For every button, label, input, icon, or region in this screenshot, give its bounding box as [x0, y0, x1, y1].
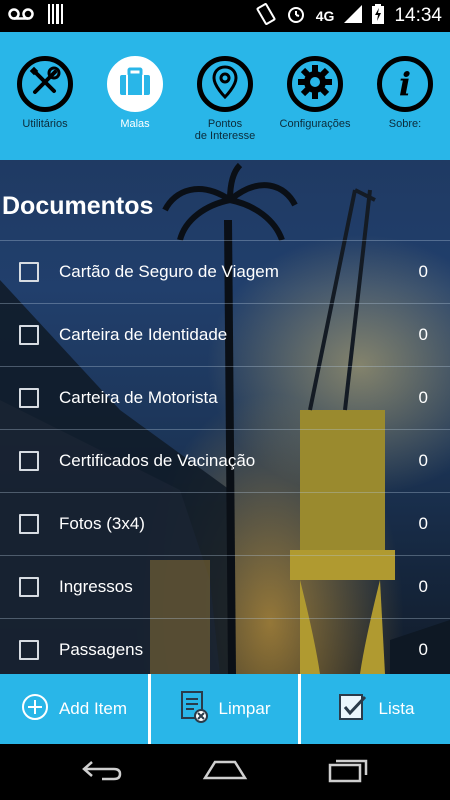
home-button[interactable] [195, 752, 255, 792]
tools-icon [26, 63, 64, 106]
item-label: Carteira de Identidade [59, 325, 228, 344]
list-item[interactable]: Fotos (3x4) 0 [0, 492, 450, 555]
nav-item-malas[interactable]: Malas [90, 32, 180, 160]
battery-icon [372, 3, 385, 29]
clear-list-icon [179, 690, 209, 729]
list-item[interactable]: Certificados de Vacinação 0 [0, 429, 450, 492]
suitcase-icon [118, 67, 152, 102]
item-label: Certificados de Vacinação [59, 451, 256, 470]
nav-label: Malas [120, 118, 150, 130]
item-count: 0 [418, 577, 428, 596]
list-item[interactable]: Passagens 0 [0, 618, 450, 674]
item-label: Cartão de Seguro de Viagem [59, 262, 279, 281]
list-item[interactable]: Ingressos 0 [0, 555, 450, 618]
add-item-label: Add Item [58, 699, 128, 718]
alarm-icon [286, 4, 306, 29]
content-area: Documentos Cartão de Seguro de Viagem 0 … [0, 160, 450, 674]
clear-label: Limpar [218, 699, 271, 718]
item-label: Fotos (3x4) [59, 514, 145, 533]
item-count: 0 [418, 262, 428, 281]
action-bar: Add Item Limpar Lista [0, 674, 450, 744]
list-item[interactable]: Carteira de Identidade 0 [0, 303, 450, 366]
voicemail-icon [8, 7, 34, 26]
add-item-button[interactable]: Add Item [0, 674, 148, 744]
map-pin-icon [210, 64, 240, 105]
nav-item-pontos-de-interesse[interactable]: Pontos de Interesse [180, 32, 270, 160]
rotate-icon [256, 2, 276, 30]
recents-icon [326, 757, 370, 788]
nav-label: Utilitários [22, 118, 68, 130]
item-checkbox[interactable] [19, 451, 39, 471]
back-icon [80, 758, 124, 787]
item-label: Carteira de Motorista [59, 388, 218, 407]
barcode-icon [48, 3, 64, 29]
list-button[interactable]: Lista [301, 674, 450, 744]
nav-label: Pontos de Interesse [194, 118, 256, 142]
item-checkbox[interactable] [19, 640, 39, 660]
list-item[interactable]: Carteira de Motorista 0 [0, 366, 450, 429]
network-type: 4G [315, 8, 335, 24]
item-count: 0 [418, 640, 428, 659]
item-checkbox[interactable] [19, 514, 39, 534]
recents-button[interactable] [318, 752, 378, 792]
home-icon [201, 758, 249, 787]
item-checkbox[interactable] [19, 388, 39, 408]
nav-label: Configurações [279, 118, 351, 130]
item-checkbox[interactable] [19, 577, 39, 597]
item-count: 0 [418, 514, 428, 533]
checklist-icon [337, 691, 369, 728]
item-label: Passagens [59, 640, 144, 659]
item-count: 0 [418, 451, 428, 470]
list-item[interactable]: Cartão de Seguro de Viagem 0 [0, 240, 450, 303]
system-nav-bar [0, 744, 450, 800]
nav-item-configuracoes[interactable]: Configurações [270, 32, 360, 160]
top-navigation: Utilitários Malas Pontos de Interesse Co… [0, 32, 450, 160]
info-icon: i [398, 65, 412, 103]
document-list: Cartão de Seguro de Viagem 0 Carteira de… [0, 240, 450, 674]
section-title: Documentos [2, 192, 154, 220]
clear-button[interactable]: Limpar [151, 674, 298, 744]
list-label: Lista [378, 699, 415, 718]
item-count: 0 [418, 388, 428, 407]
nav-item-utilitarios[interactable]: Utilitários [0, 32, 90, 160]
item-label: Ingressos [59, 577, 133, 596]
item-checkbox[interactable] [19, 262, 39, 282]
nav-item-sobre[interactable]: i Sobre: [360, 32, 450, 160]
signal-icon [344, 4, 363, 28]
add-circle-icon [21, 693, 49, 726]
gear-icon [297, 64, 333, 105]
back-button[interactable] [72, 752, 132, 792]
item-count: 0 [418, 325, 428, 344]
nav-label: Sobre: [388, 118, 422, 130]
item-checkbox[interactable] [19, 325, 39, 345]
status-bar: 4G 14:34 [0, 0, 450, 32]
clock: 14:34 [394, 5, 442, 26]
